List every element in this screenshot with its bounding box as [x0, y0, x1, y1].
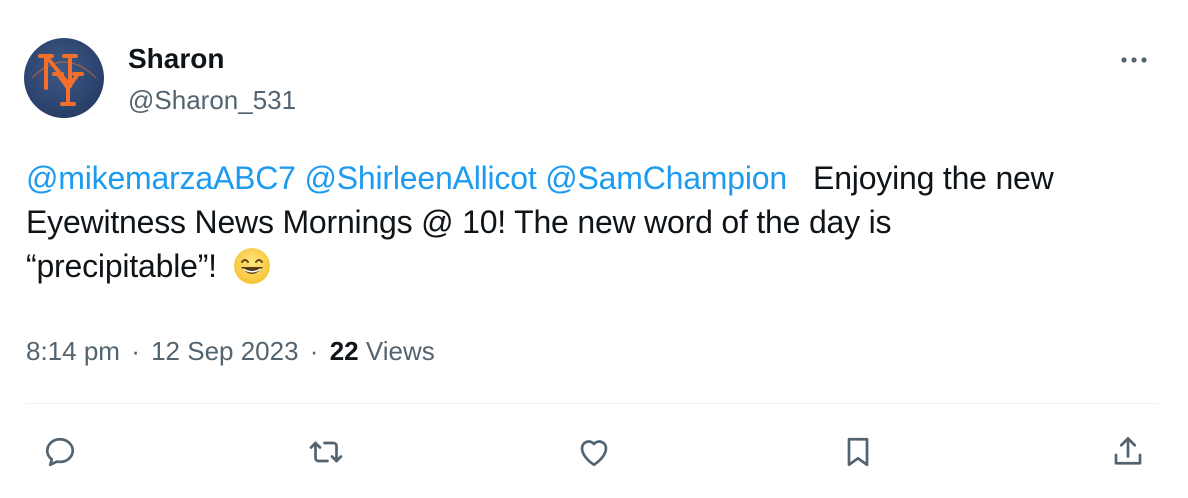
reply-button[interactable]	[40, 432, 80, 472]
meta-separator: ·	[131, 336, 140, 366]
retweet-icon	[309, 441, 343, 463]
tweet-meta: 8:14 pm · 12 Sep 2023 · 22 Views	[26, 334, 435, 368]
tweet-card: Sharon @Sharon_531 @mikemarzaABC7 @Shirl…	[0, 0, 1188, 498]
bookmark-button[interactable]	[838, 432, 878, 472]
ny-mets-logo-icon	[31, 54, 97, 106]
divider	[26, 403, 1158, 404]
grinning-face-emoji-icon	[233, 247, 271, 285]
heart-icon	[580, 440, 608, 467]
tweet-time[interactable]: 8:14 pm	[26, 336, 120, 366]
avatar[interactable]	[24, 38, 104, 118]
tweet-text-line: Eyewitness News Mornings @ 10! The new w…	[26, 204, 892, 240]
share-button[interactable]	[1108, 432, 1148, 472]
mention-link[interactable]: @mikemarzaABC7	[26, 160, 296, 196]
meta-separator: ·	[309, 336, 319, 366]
more-horizontal-icon	[1121, 57, 1147, 63]
share-icon	[1114, 437, 1142, 465]
mention-link[interactable]: @SamChampion	[545, 160, 787, 196]
mention-link[interactable]: @ShirleenAllicot	[304, 160, 536, 196]
tweet-text-line: “precipitable”!	[26, 248, 217, 284]
reply-icon	[45, 437, 75, 467]
tweet-text-line: Enjoying the new	[813, 160, 1054, 196]
views-count: 22	[329, 336, 359, 366]
user-handle[interactable]: @Sharon_531	[128, 84, 296, 116]
display-name[interactable]: Sharon	[128, 42, 224, 76]
more-options-button[interactable]	[1118, 48, 1150, 72]
bookmark-icon	[847, 437, 869, 467]
views-label: Views	[365, 336, 435, 366]
tweet-text: @mikemarzaABC7 @ShirleenAllicot @SamCham…	[26, 156, 1156, 288]
retweet-button[interactable]	[306, 432, 346, 472]
tweet-date[interactable]: 12 Sep 2023	[151, 336, 298, 366]
like-button[interactable]	[574, 432, 614, 472]
